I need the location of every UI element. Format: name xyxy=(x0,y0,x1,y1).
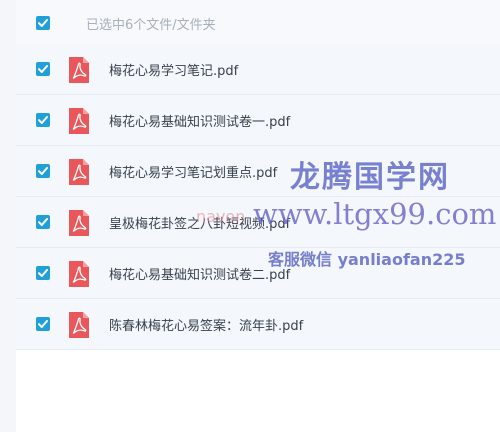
file-row[interactable]: 陈春林梅花心易签案：流年卦.pdf xyxy=(16,299,500,350)
file-checkbox[interactable] xyxy=(36,62,50,76)
file-row[interactable]: 皇极梅花卦签之八卦短视频.pdf xyxy=(16,197,500,248)
file-name[interactable]: 陈春林梅花心易签案：流年卦.pdf xyxy=(109,315,303,334)
pdf-file-icon xyxy=(69,159,89,185)
checkmark-icon xyxy=(38,65,48,73)
file-checkbox[interactable] xyxy=(36,215,50,229)
pdf-file-icon xyxy=(69,57,89,83)
file-checkbox[interactable] xyxy=(36,317,50,331)
file-row[interactable]: 梅花心易基础知识测试卷二.pdf xyxy=(16,248,500,299)
file-list: 梅花心易学习笔记.pdf 梅花心易基础知识测试卷一.pdf 梅花心易学习笔记划重点.… xyxy=(16,44,500,350)
file-name[interactable]: 皇极梅花卦签之八卦短视频.pdf xyxy=(109,213,290,232)
checkmark-icon xyxy=(38,320,48,328)
file-name[interactable]: 梅花心易基础知识测试卷二.pdf xyxy=(109,264,290,283)
file-selection-panel: 已选中6个文件/文件夹 梅花心易学习笔记.pdf 梅花心易基础知识测试卷一.pdf… xyxy=(16,0,500,432)
checkmark-icon xyxy=(38,218,48,226)
file-row[interactable]: 梅花心易学习笔记.pdf xyxy=(16,44,500,95)
file-name[interactable]: 梅花心易学习笔记.pdf xyxy=(109,60,238,79)
pdf-file-icon xyxy=(69,210,89,236)
checkmark-icon xyxy=(38,116,48,124)
selection-header: 已选中6个文件/文件夹 xyxy=(16,0,500,45)
empty-area xyxy=(16,353,500,432)
file-name[interactable]: 梅花心易基础知识测试卷一.pdf xyxy=(109,111,290,130)
select-all-checkbox[interactable] xyxy=(36,16,50,30)
selected-count-text: 已选中6个文件/文件夹 xyxy=(86,18,216,33)
pdf-file-icon xyxy=(69,108,89,134)
file-name[interactable]: 梅花心易学习笔记划重点.pdf xyxy=(109,162,277,181)
checkmark-icon xyxy=(38,19,48,27)
file-row[interactable]: 梅花心易学习笔记划重点.pdf xyxy=(16,146,500,197)
file-checkbox[interactable] xyxy=(36,266,50,280)
checkmark-icon xyxy=(38,269,48,277)
left-sidebar-strip xyxy=(0,0,16,432)
file-row[interactable]: 梅花心易基础知识测试卷一.pdf xyxy=(16,95,500,146)
checkmark-icon xyxy=(38,167,48,175)
file-checkbox[interactable] xyxy=(36,164,50,178)
file-checkbox[interactable] xyxy=(36,113,50,127)
pdf-file-icon xyxy=(69,312,89,338)
pdf-file-icon xyxy=(69,261,89,287)
